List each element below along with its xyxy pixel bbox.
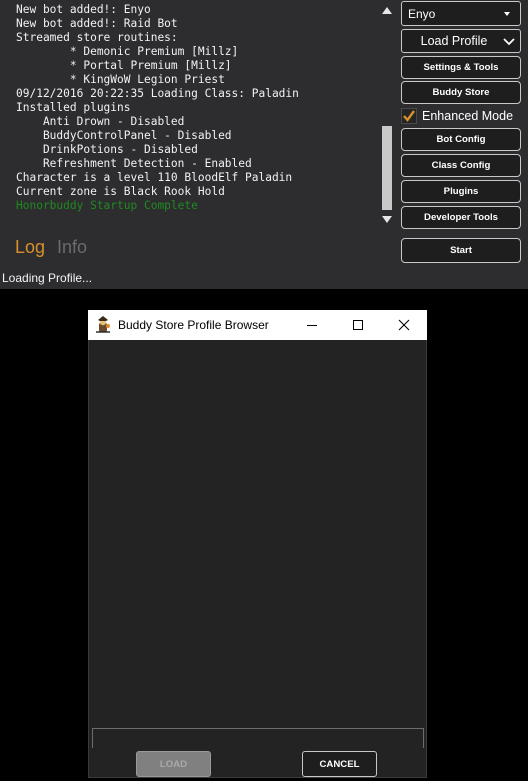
tab-log[interactable]: Log bbox=[15, 237, 45, 261]
plugins-button[interactable]: Plugins bbox=[401, 180, 521, 203]
minimize-button[interactable] bbox=[289, 310, 335, 340]
status-text: Loading Profile... bbox=[2, 271, 93, 285]
log-line: New bot added!: Raid Bot bbox=[16, 17, 178, 30]
dialog-content bbox=[88, 340, 427, 778]
log-line: * Demonic Premium [Millz] bbox=[16, 45, 239, 58]
log-output[interactable]: New bot added!: Enyo New bot added!: Raid… bbox=[0, 0, 380, 230]
log-line: Streamed store routines: bbox=[16, 31, 178, 44]
load-button[interactable]: LOAD bbox=[136, 751, 211, 777]
maximize-button[interactable] bbox=[335, 310, 381, 340]
dialog-titlebar[interactable]: Buddy Store Profile Browser bbox=[88, 310, 427, 340]
chevron-down-icon bbox=[503, 38, 515, 46]
load-profile-label: Load Profile bbox=[420, 34, 488, 48]
close-button[interactable] bbox=[381, 310, 427, 340]
log-line: Honorbuddy Startup Complete bbox=[16, 199, 198, 212]
class-config-button[interactable]: Class Config bbox=[401, 154, 521, 177]
load-profile-button[interactable]: Load Profile bbox=[401, 29, 521, 53]
log-line: BuddyControlPanel - Disabled bbox=[16, 129, 232, 142]
profile-list-footer bbox=[92, 728, 424, 748]
tab-info[interactable]: Info bbox=[57, 237, 87, 261]
buddy-store-button[interactable]: Buddy Store bbox=[401, 81, 521, 104]
cancel-button[interactable]: CANCEL bbox=[302, 751, 377, 777]
log-line: 09/12/2016 20:22:35 Loading Class: Palad… bbox=[16, 87, 299, 100]
log-scrollbar[interactable] bbox=[380, 0, 394, 230]
log-line: * Portal Premium [Millz] bbox=[16, 59, 232, 72]
honorbuddy-main-window: New bot added!: Enyo New bot added!: Raid… bbox=[0, 0, 528, 289]
log-line: Refreshment Detection - Enabled bbox=[16, 157, 252, 170]
bot-config-button[interactable]: Bot Config bbox=[401, 128, 521, 151]
enhanced-mode-checkbox[interactable] bbox=[401, 108, 417, 124]
profile-list[interactable] bbox=[93, 346, 423, 758]
log-line: New bot added!: Enyo bbox=[16, 3, 151, 16]
scroll-thumb[interactable] bbox=[382, 126, 392, 210]
log-line: Installed plugins bbox=[16, 101, 131, 114]
profile-browser-dialog: Buddy Store Profile Browser LOAD CANCEL bbox=[88, 310, 427, 778]
maximize-icon bbox=[353, 320, 363, 330]
developer-tools-button[interactable]: Developer Tools bbox=[401, 206, 521, 229]
bot-select-dropdown[interactable]: Enyo bbox=[401, 1, 521, 26]
caret-down-icon bbox=[504, 12, 510, 16]
scroll-up-icon[interactable] bbox=[382, 7, 392, 14]
enhanced-mode-label: Enhanced Mode bbox=[422, 109, 514, 123]
settings-tools-button[interactable]: Settings & Tools bbox=[401, 56, 521, 79]
dialog-title: Buddy Store Profile Browser bbox=[118, 318, 269, 332]
bot-select-value: Enyo bbox=[408, 6, 436, 21]
buddy-store-app-icon bbox=[96, 316, 110, 333]
minimize-icon bbox=[307, 325, 317, 326]
close-icon bbox=[398, 319, 410, 331]
log-line: * KingWoW Legion Priest bbox=[16, 73, 225, 86]
enhanced-mode-toggle[interactable]: Enhanced Mode bbox=[401, 107, 513, 125]
log-line: Character is a level 110 BloodElf Paladi… bbox=[16, 171, 293, 184]
scroll-down-icon[interactable] bbox=[382, 216, 392, 223]
log-line: Current zone is Black Rook Hold bbox=[16, 185, 225, 198]
log-line: Anti Drown - Disabled bbox=[16, 115, 185, 128]
start-button[interactable]: Start bbox=[401, 238, 521, 263]
log-tabs: Log Info bbox=[15, 237, 87, 261]
checkmark-icon bbox=[403, 110, 415, 122]
log-line: DrinkPotions - Disabled bbox=[16, 143, 198, 156]
